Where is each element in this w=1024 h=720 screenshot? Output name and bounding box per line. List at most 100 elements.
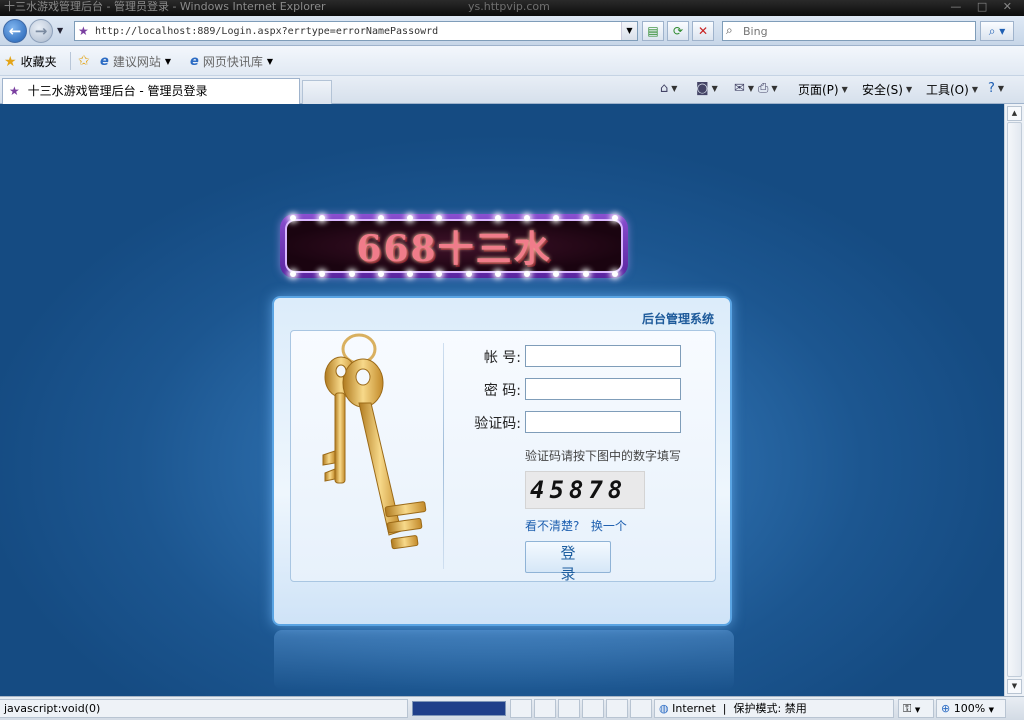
favorites-button[interactable]: ★ 收藏夹 (4, 53, 57, 70)
tab-title: 十三水游戏管理后台 - 管理员登录 (27, 84, 208, 98)
add-favorite-star-icon: ✩ (78, 53, 90, 69)
captcha-label: 验证码: (474, 416, 521, 432)
url-dropdown-icon[interactable]: ▼ (621, 22, 637, 40)
address-box[interactable]: ★ ▼ (74, 21, 638, 41)
chevron-down-icon: ▼ (914, 706, 921, 714)
security-status-button[interactable]: ⚿ ▼ (898, 699, 934, 718)
web-slice-gallery-link[interactable]: e 网页快讯库 ▼ (190, 53, 273, 70)
chevron-down-icon: ▼ (747, 84, 755, 93)
url-input[interactable] (95, 23, 615, 39)
zone-label: Internet (672, 702, 716, 715)
logo-text: 668十三水 (356, 228, 552, 270)
site-favicon-icon: ★ (78, 24, 89, 38)
search-input[interactable] (743, 23, 968, 39)
chevron-down-icon: ▼ (671, 84, 678, 93)
chevron-down-icon: ▼ (164, 57, 171, 66)
home-button[interactable]: ⌂ ▼ (660, 81, 677, 96)
tools-menu-label: 工具(O) (926, 83, 969, 97)
security-zone-panel[interactable]: ◍ Internet | 保护模式: 禁用 (654, 699, 894, 718)
captcha-input[interactable] (525, 411, 681, 433)
cant-see-link[interactable]: 看不清楚? (525, 519, 579, 533)
stop-icon: ✕ (697, 24, 709, 38)
account-input[interactable] (525, 345, 681, 367)
compatibility-icon: ▤ (647, 24, 659, 38)
scroll-down-arrow-icon[interactable]: ▼ (1007, 679, 1022, 694)
search-box[interactable]: ⌕ (722, 21, 976, 41)
protected-mode-label: 保护模式: 禁用 (733, 702, 807, 715)
loading-progress-bar (412, 701, 506, 716)
account-label: 帐 号: (483, 350, 521, 366)
forward-button[interactable]: → (29, 19, 53, 43)
tools-menu[interactable]: 工具(O) ▼ (926, 81, 978, 98)
history-dropdown-icon[interactable]: ▼ (57, 26, 63, 35)
panel-title: 后台管理系统 (641, 312, 714, 326)
chevron-down-icon: ▼ (771, 84, 778, 93)
captcha-links: 看不清楚? 换一个 (525, 517, 627, 534)
search-button[interactable]: ⌕ ▾ (980, 21, 1014, 41)
safety-menu[interactable]: 安全(S) ▼ (862, 81, 912, 98)
home-icon: ⌂ (660, 81, 669, 96)
chevron-down-icon: ▼ (988, 706, 995, 714)
keys-icon (322, 333, 427, 550)
tab-favicon-icon: ★ (9, 84, 20, 98)
page-menu[interactable]: 页面(P) ▼ (798, 81, 848, 98)
refresh-captcha-link[interactable]: 换一个 (591, 519, 627, 533)
ie-page-icon: e (190, 54, 199, 69)
watermark-text: ys.httpvip.com (468, 0, 550, 13)
status-text: javascript:void(0) (0, 699, 408, 718)
scroll-thumb[interactable] (1007, 122, 1022, 677)
refresh-icon: ⟳ (672, 24, 684, 38)
status-panel-empty (510, 699, 532, 718)
login-button[interactable]: 登 录 (525, 541, 611, 583)
back-arrow-icon: ← (8, 22, 22, 40)
chevron-down-icon: ▼ (997, 84, 1005, 93)
tab-login-page[interactable]: ★ 十三水游戏管理后台 - 管理员登录 (2, 78, 300, 104)
mail-icon: ✉ (734, 81, 745, 96)
add-to-favorites-button[interactable]: ✩ (78, 53, 90, 69)
favorites-star-icon: ★ (4, 53, 17, 70)
chevron-down-icon: ▼ (905, 85, 913, 94)
printer-icon: ⎙ (758, 81, 769, 96)
stop-button[interactable]: ✕ (692, 21, 714, 41)
forward-arrow-icon: → (34, 22, 48, 40)
page-menu-label: 页面(P) (798, 83, 839, 97)
tab-bar: ★ 十三水游戏管理后台 - 管理员登录 ⌂ ▼ ◙ ▼ ✉ ▼ ⎙ ▼ 页面(P) ▼ 安… (0, 76, 1024, 104)
zoom-control[interactable]: ⊕ 100% ▼ (936, 699, 1006, 718)
rss-feed-icon: ◙ (696, 81, 709, 96)
game-logo: 668十三水 (280, 214, 628, 278)
zoom-level: 100% (953, 702, 986, 715)
scroll-up-arrow-icon[interactable]: ▲ (1007, 106, 1022, 121)
status-panel-empty (558, 699, 580, 718)
refresh-button[interactable]: ⟳ (667, 21, 689, 41)
suggested-sites-link[interactable]: e 建议网站 ▼ (100, 53, 171, 70)
login-panel: 后台管理系统 帐 号: 密 码: 验证码: 验证码请按下图中的数字填写 4587… (272, 296, 734, 690)
chevron-down-icon: ▼ (971, 85, 978, 94)
favorites-label: 收藏夹 (20, 55, 57, 69)
status-panel-empty (534, 699, 556, 718)
ie-page-icon: e (100, 54, 109, 69)
password-label: 密 码: (483, 383, 521, 399)
search-provider-icon: ⌕ (726, 23, 733, 37)
safety-menu-label: 安全(S) (862, 83, 903, 97)
panel-reflection (274, 630, 734, 690)
window-controls[interactable]: — □ ✕ (950, 0, 1018, 14)
compatibility-view-button[interactable]: ▤ (642, 21, 664, 41)
vertical-scrollbar[interactable]: ▲ ▼ (1004, 104, 1024, 696)
print-button[interactable]: ⎙ ▼ (758, 81, 778, 96)
favorites-bar: ★ 收藏夹 ✩ e 建议网站 ▼ e 网页快讯库 ▼ (0, 46, 1024, 76)
new-tab-button[interactable] (302, 80, 332, 104)
chevron-down-icon: ▼ (266, 57, 273, 66)
search-icon: ⌕ ▾ (988, 24, 1006, 38)
feeds-button[interactable]: ◙ ▼ (696, 81, 718, 96)
logo-plate: 668十三水 (285, 219, 623, 273)
help-icon: ? (988, 81, 995, 96)
back-button[interactable]: ← (3, 19, 27, 43)
chevron-down-icon: ▼ (841, 85, 848, 94)
password-input[interactable] (525, 378, 681, 400)
favorites-divider (70, 52, 71, 70)
logo-lights-top (290, 215, 618, 221)
status-panel-empty (582, 699, 604, 718)
help-button[interactable]: ? ▼ (988, 81, 1004, 96)
globe-icon: ◍ (659, 702, 669, 715)
mail-button[interactable]: ✉ ▼ (734, 81, 754, 96)
